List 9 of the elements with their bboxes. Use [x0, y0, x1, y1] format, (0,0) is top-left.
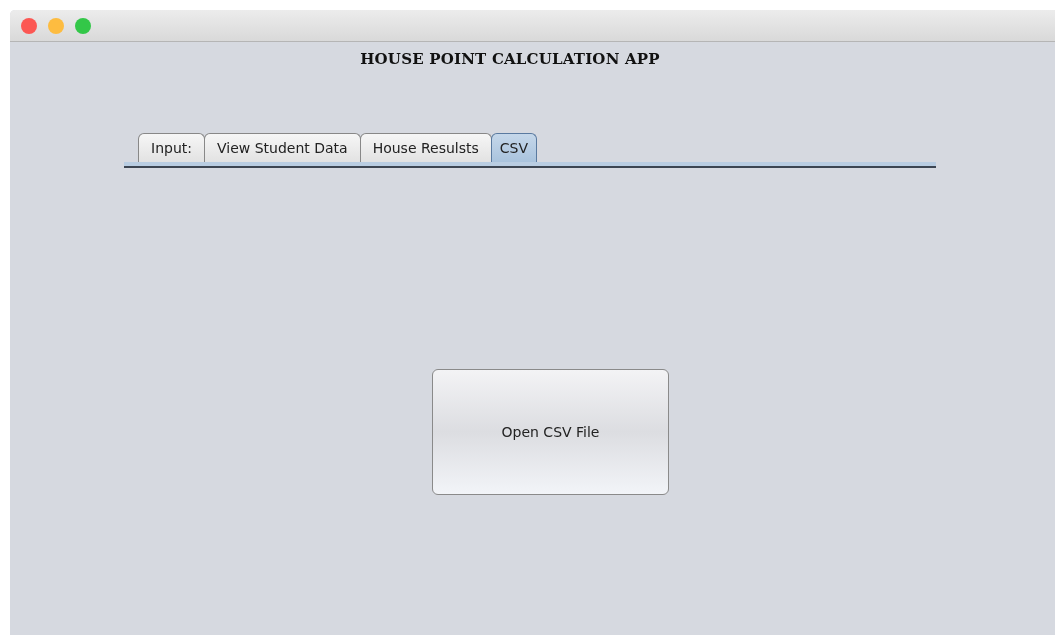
tab[interactable]: Input:: [138, 133, 205, 162]
tab[interactable]: House Resulsts: [359, 133, 492, 162]
zoom-icon[interactable]: [75, 17, 91, 34]
minimize-icon[interactable]: [48, 17, 64, 34]
close-icon[interactable]: [21, 17, 37, 34]
tab[interactable]: CSV: [490, 133, 538, 162]
tab[interactable]: View Student Data: [203, 133, 361, 162]
app-title: HOUSE POINT CALCULATION APP: [360, 50, 660, 68]
open-file-button[interactable]: Open CSV File: [432, 369, 669, 495]
